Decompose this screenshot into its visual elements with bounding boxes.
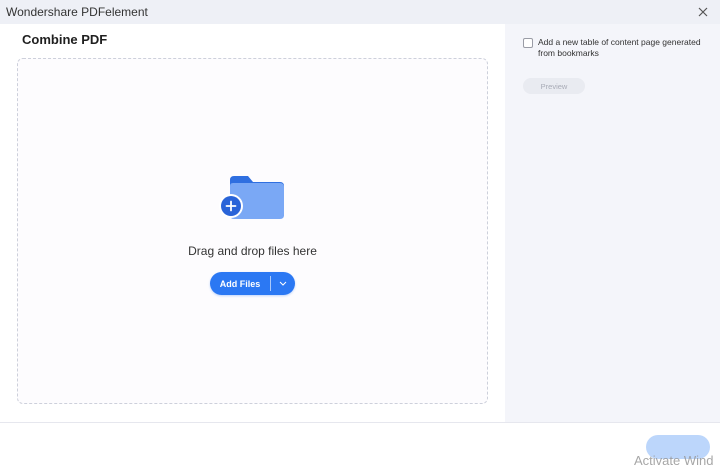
- title-bar: Wondershare PDFelement: [0, 0, 720, 24]
- toc-checkbox[interactable]: [523, 38, 533, 48]
- toc-option: Add a new table of content page generate…: [523, 37, 710, 59]
- window-title: Wondershare PDFelement: [6, 5, 148, 19]
- add-files-button[interactable]: Add Files: [210, 272, 270, 295]
- add-files-dropdown-button[interactable]: [271, 272, 295, 295]
- chevron-down-icon: [279, 281, 287, 286]
- add-files-button-group: Add Files: [210, 272, 295, 295]
- file-drop-zone[interactable]: Drag and drop files here Add Files: [17, 58, 488, 404]
- toc-checkbox-label[interactable]: Add a new table of content page generate…: [538, 37, 710, 59]
- folder-add-icon: [219, 176, 284, 219]
- footer-bar: Activate Wind: [0, 422, 720, 468]
- preview-button[interactable]: Preview: [523, 78, 585, 94]
- options-sidebar: Add a new table of content page generate…: [505, 24, 720, 422]
- combine-panel: Combine PDF Drag and drop files here Add…: [0, 24, 505, 422]
- drop-instructions: Drag and drop files here: [188, 244, 317, 258]
- page-title: Combine PDF: [22, 32, 108, 47]
- activation-watermark: Activate Wind: [634, 453, 714, 468]
- close-icon[interactable]: [694, 3, 712, 21]
